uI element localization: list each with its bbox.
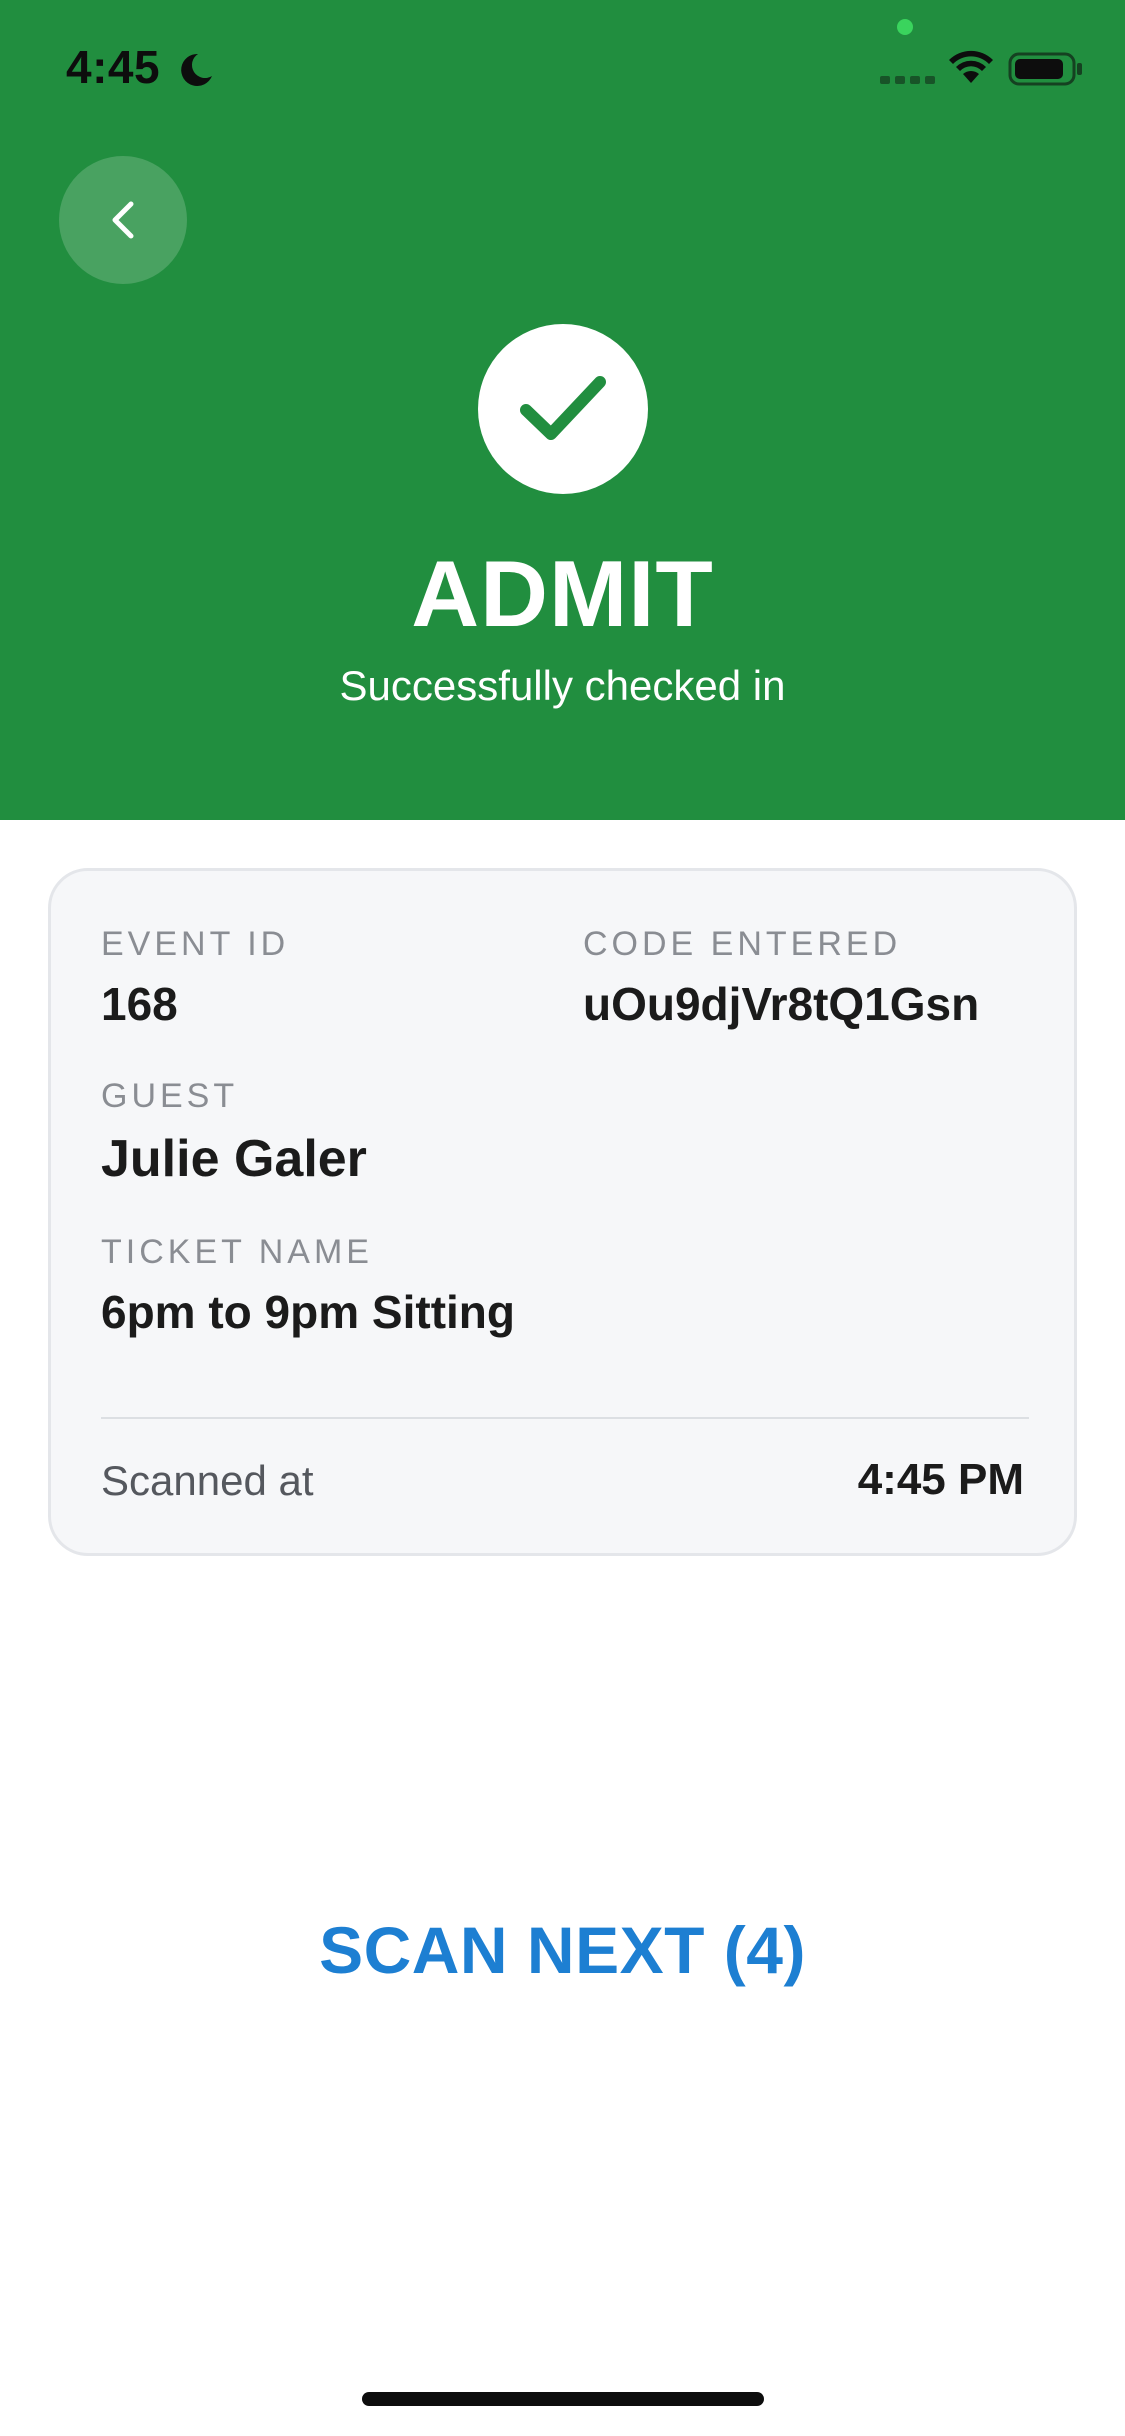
scanned-at-label: Scanned at — [101, 1457, 314, 1504]
code-entered-value: uOu9djVr8tQ1Gsn — [583, 978, 980, 1030]
ticket-name-label: TICKET NAME — [101, 1233, 373, 1271]
event-id-label: EVENT ID — [101, 925, 290, 963]
back-button[interactable] — [59, 156, 187, 284]
status-time: 4:45 — [66, 41, 161, 93]
guest-label: GUEST — [101, 1077, 239, 1115]
scanned-at-value: 4:45 PM — [857, 1455, 1024, 1504]
ticket-name-value: 6pm to 9pm Sitting — [101, 1286, 515, 1338]
admit-subtitle: Successfully checked in — [339, 662, 786, 709]
admit-title: ADMIT — [411, 541, 714, 646]
admit-header: 4:45 ADMIT Successfully checked in — [0, 0, 1125, 820]
card-divider — [101, 1417, 1029, 1419]
signal-icon — [880, 76, 935, 84]
chevron-left-icon — [112, 201, 134, 239]
event-id-value: 168 — [101, 978, 178, 1030]
scan-next-button[interactable]: SCAN NEXT (4) — [200, 1900, 925, 2000]
checkmark-icon — [520, 376, 606, 440]
wifi-icon — [949, 50, 993, 83]
guest-value: Julie Galer — [101, 1130, 367, 1188]
checkin-details-card: EVENT ID 168 CODE ENTERED uOu9djVr8tQ1Gs… — [48, 868, 1077, 1556]
moon-icon — [181, 53, 212, 86]
camera-indicator-dot — [897, 19, 913, 35]
battery-icon — [1008, 52, 1082, 86]
code-entered-label: CODE ENTERED — [583, 925, 902, 963]
home-indicator — [362, 2392, 764, 2406]
success-badge — [478, 324, 648, 494]
